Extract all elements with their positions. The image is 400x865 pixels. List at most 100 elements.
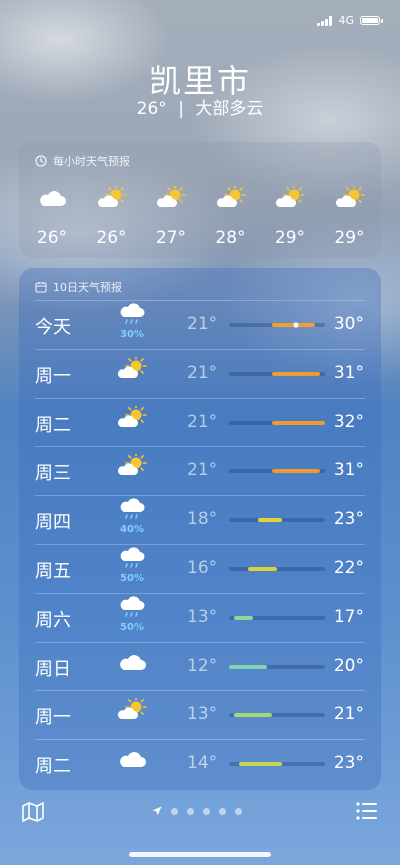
day-label: 周日 bbox=[35, 658, 71, 680]
daily-row[interactable]: 周四 40% 18° 23° bbox=[19, 495, 381, 544]
temp-range-fill bbox=[233, 615, 253, 620]
hourly-title: 每小时天气预报 bbox=[53, 155, 130, 168]
hourly-temp: 26° bbox=[96, 228, 127, 248]
current-conditions: 26° | 大部多云 bbox=[0, 94, 400, 119]
temp-range-bar bbox=[229, 518, 325, 523]
day-label: 周一 bbox=[35, 707, 71, 729]
low-temp: 14° bbox=[187, 753, 218, 774]
precip-chance: 40% bbox=[120, 524, 144, 536]
precip-chance: 50% bbox=[120, 573, 144, 584]
hourly-item: 29° bbox=[265, 184, 315, 248]
temp-range-bar bbox=[229, 322, 325, 328]
battery-icon bbox=[360, 16, 383, 25]
hourly-temp: 26° bbox=[36, 228, 68, 248]
high-temp: 32° bbox=[333, 411, 364, 432]
daily-row[interactable]: 周日 12° 20° bbox=[19, 642, 381, 691]
daily-header: 10日天气预报 bbox=[19, 268, 381, 295]
daily-row[interactable]: 周一 13° 21° bbox=[19, 690, 381, 739]
cloud-icon bbox=[117, 747, 147, 775]
temp-range-fill bbox=[233, 713, 273, 718]
temp-range-bar bbox=[229, 664, 325, 669]
clock-icon bbox=[35, 155, 47, 167]
page-dot[interactable] bbox=[235, 807, 242, 815]
partly-cloudy-icon bbox=[117, 696, 147, 726]
hourly-item: 26° bbox=[87, 184, 137, 248]
low-temp: 12° bbox=[187, 655, 218, 676]
daily-title: 10日天气预报 bbox=[53, 281, 122, 294]
temp-range-bar bbox=[229, 371, 325, 376]
temp-range-fill bbox=[238, 762, 282, 767]
page-dot[interactable] bbox=[203, 807, 210, 815]
daily-forecast-card[interactable]: 10日天气预报 今天 30% 21° 30° 周一 21° 31° 周二 21° 32° 周三 21°… bbox=[19, 268, 381, 790]
status-bar: 4G bbox=[317, 14, 383, 27]
current-temp: 26° bbox=[136, 99, 167, 119]
temp-range-bar bbox=[229, 567, 325, 571]
page-dot[interactable] bbox=[187, 807, 194, 815]
condition-text: 大部多云 bbox=[195, 99, 264, 119]
daily-row[interactable]: 周一 21° 31° bbox=[19, 349, 381, 398]
hourly-forecast-card[interactable]: 每小时天气预报 26° 26° 27° 28° 29° 29° bbox=[19, 142, 381, 258]
page-dot[interactable] bbox=[171, 807, 178, 815]
high-temp: 30° bbox=[333, 314, 364, 334]
high-temp: 22° bbox=[333, 558, 364, 578]
partly-cloudy-icon bbox=[216, 184, 246, 214]
temp-range-fill bbox=[229, 664, 268, 669]
page-dot[interactable] bbox=[219, 807, 226, 815]
daily-row[interactable]: 周五 50% 16° 22° bbox=[19, 544, 381, 593]
rain-cloud-icon: 50% bbox=[117, 595, 147, 633]
temp-range-fill bbox=[257, 518, 282, 523]
high-temp: 23° bbox=[333, 509, 364, 530]
bottom-toolbar bbox=[0, 790, 400, 865]
partly-cloudy-icon bbox=[117, 452, 147, 482]
daily-row[interactable]: 今天 30% 21° 30° bbox=[19, 300, 381, 349]
partly-cloudy-icon bbox=[117, 403, 147, 434]
temp-range-fill bbox=[272, 371, 321, 376]
temp-range-bar bbox=[229, 420, 325, 425]
low-temp: 13° bbox=[187, 704, 218, 725]
high-temp: 31° bbox=[333, 460, 364, 481]
partly-cloudy-icon bbox=[335, 184, 365, 214]
list-icon[interactable] bbox=[356, 802, 378, 824]
temp-range-bar bbox=[229, 469, 325, 474]
hourly-temp: 29° bbox=[274, 228, 306, 248]
hourly-temp: 28° bbox=[215, 228, 246, 248]
day-label: 今天 bbox=[35, 317, 71, 338]
day-label: 周二 bbox=[35, 756, 71, 778]
calendar-icon bbox=[35, 282, 47, 293]
hourly-item: 27° bbox=[146, 184, 196, 248]
high-temp: 21° bbox=[333, 704, 364, 725]
hourly-temp: 27° bbox=[155, 228, 187, 248]
daily-row[interactable]: 周三 21° 31° bbox=[19, 446, 381, 495]
cloud-icon bbox=[117, 650, 147, 678]
high-temp: 23° bbox=[333, 753, 364, 774]
temp-range-bar bbox=[229, 615, 325, 620]
day-label: 周三 bbox=[35, 463, 71, 485]
partly-cloudy-icon bbox=[97, 184, 127, 214]
partly-cloudy-icon bbox=[156, 184, 186, 214]
day-label: 周一 bbox=[35, 365, 71, 387]
temp-range-fill bbox=[272, 420, 325, 425]
high-temp: 17° bbox=[333, 606, 364, 627]
cloud-icon bbox=[37, 191, 67, 214]
daily-row[interactable]: 周二 21° 32° bbox=[19, 398, 381, 447]
daily-row[interactable]: 周六 50% 13° 17° bbox=[19, 593, 381, 642]
low-temp: 16° bbox=[187, 558, 218, 578]
low-temp: 21° bbox=[187, 460, 218, 481]
map-icon[interactable] bbox=[22, 802, 44, 826]
low-temp: 21° bbox=[187, 362, 218, 383]
low-temp: 21° bbox=[187, 411, 218, 432]
low-temp: 21° bbox=[187, 314, 218, 334]
current-temp-marker bbox=[293, 322, 300, 328]
separator: | bbox=[178, 99, 184, 119]
partly-cloudy-icon bbox=[117, 354, 147, 385]
signal-icon bbox=[317, 15, 333, 26]
temp-range-bar bbox=[229, 762, 325, 767]
hourly-temp: 29° bbox=[334, 228, 365, 248]
rain-cloud-icon: 50% bbox=[117, 546, 147, 584]
rain-cloud-icon: 40% bbox=[117, 497, 147, 535]
hourly-item: 29° bbox=[325, 184, 375, 248]
daily-row[interactable]: 周二 14° 23° bbox=[19, 739, 381, 788]
partly-cloudy-icon bbox=[275, 184, 305, 214]
page-indicator[interactable] bbox=[152, 806, 242, 816]
precip-chance: 50% bbox=[120, 621, 144, 633]
